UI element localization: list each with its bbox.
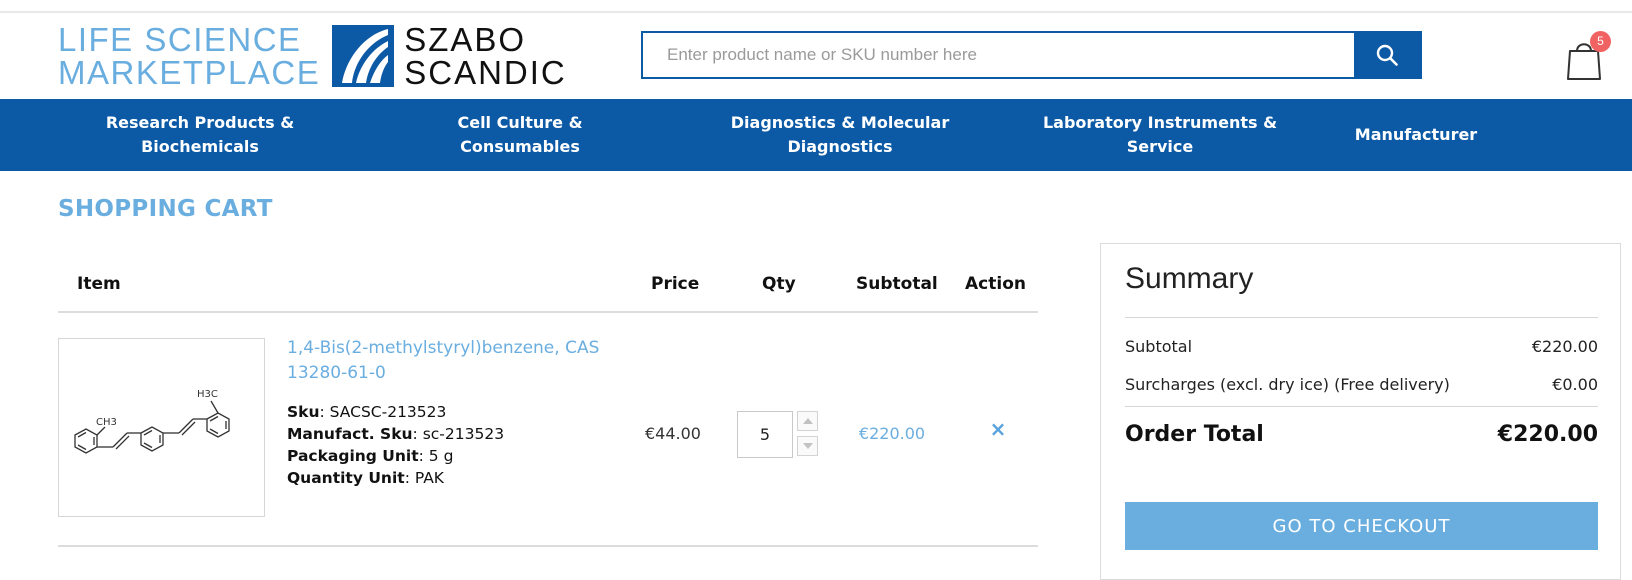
chevron-down-icon — [802, 443, 813, 449]
packaging-unit-value: 5 g — [428, 447, 454, 465]
product-sku: Sku: SACSC-213523 — [287, 403, 447, 421]
product-name-line: 1,4-Bis(2-methylstyryl)benzene, CAS — [287, 338, 600, 358]
methyl-left-label: CH3 — [96, 417, 117, 428]
summary-divider — [1125, 317, 1598, 318]
methyl-right-label: H3C — [197, 389, 218, 400]
summary-title: Summary — [1125, 262, 1254, 295]
manufact-sku-value: sc-213523 — [422, 425, 505, 443]
nav-line: Biochemicals — [141, 137, 259, 156]
table-header-divider — [58, 311, 1038, 313]
column-header-item: Item — [77, 274, 121, 294]
column-header-price: Price — [651, 274, 700, 294]
site-logo[interactable]: LIFE SCIENCE MARKETPLACE SZABO SCANDIC — [58, 23, 567, 89]
remove-item-button[interactable]: × — [988, 417, 1008, 441]
nav-line: Cell Culture & Consumables — [457, 113, 583, 156]
nav-line: Diagnostics — [787, 137, 893, 156]
summary-label: Subtotal — [1125, 337, 1193, 356]
product-name-line: 13280-61-0 — [287, 363, 386, 383]
summary-label: Surcharges (excl. dry ice) (Free deliver… — [1125, 375, 1450, 394]
table-row-divider — [58, 545, 1038, 547]
logo-szabo: SZABO — [404, 21, 527, 58]
nav-line: Manufacturer — [1354, 125, 1478, 144]
search-button[interactable] — [1354, 33, 1420, 77]
sku-value: SACSC-213523 — [329, 403, 447, 421]
nav-item-diagnostics[interactable]: Diagnostics & Molecular Diagnostics — [720, 99, 960, 171]
search-input[interactable] — [643, 33, 1354, 77]
close-icon: × — [989, 417, 1007, 441]
cart-count-badge: 5 — [1590, 31, 1611, 52]
column-header-subtotal: Subtotal — [856, 274, 938, 294]
order-summary: Summary Subtotal €220.00 Surcharges (exc… — [1100, 243, 1621, 580]
quantity-decrease-button[interactable] — [797, 436, 818, 456]
column-header-qty: Qty — [762, 274, 796, 294]
sku-label: Sku — [287, 403, 320, 421]
order-total-value: €220.00 — [1497, 422, 1598, 447]
summary-value: €0.00 — [1552, 375, 1598, 394]
quantity-unit-value: PAK — [414, 469, 444, 487]
nav-item-research-products[interactable]: Research Products & Biochemicals — [88, 99, 312, 171]
search-icon — [1376, 44, 1398, 66]
manufact-sku-label: Manufact. Sku — [287, 425, 413, 443]
main-nav: Research Products & Biochemicals Cell Cu… — [0, 99, 1632, 171]
product-manufact-sku: Manufact. Sku: sc-213523 — [287, 425, 505, 443]
page-title: SHOPPING CART — [58, 196, 273, 222]
summary-divider — [1125, 406, 1598, 407]
site-header: LIFE SCIENCE MARKETPLACE SZABO SCANDIC 5 — [0, 13, 1632, 99]
logo-right-text: SZABO SCANDIC — [404, 23, 567, 89]
nav-line: Service — [1126, 137, 1194, 156]
product-thumbnail[interactable]: CH3 H3C — [58, 338, 265, 517]
logo-life-science: LIFE SCIENCE — [58, 21, 302, 58]
column-header-action: Action — [965, 274, 1026, 294]
nav-line: Diagnostics & Molecular — [730, 113, 950, 132]
product-name-link[interactable]: 1,4-Bis(2-methylstyryl)benzene, CAS 1328… — [287, 336, 617, 386]
summary-row-surcharges: Surcharges (excl. dry ice) (Free deliver… — [1125, 375, 1598, 394]
quantity-unit-label: Quantity Unit — [287, 469, 405, 487]
nav-item-manufacturer[interactable]: Manufacturer — [1340, 99, 1492, 171]
item-price: €44.00 — [645, 424, 701, 443]
nav-label: Diagnostics & Molecular Diagnostics — [731, 111, 949, 159]
search-bar — [641, 31, 1422, 79]
chemical-structure-image: CH3 H3C — [74, 389, 230, 454]
packaging-unit-label: Packaging Unit — [287, 447, 419, 465]
item-subtotal: €220.00 — [858, 424, 926, 443]
summary-value: €220.00 — [1531, 337, 1598, 356]
logo-marketplace: MARKETPLACE — [58, 54, 321, 91]
nav-item-laboratory-instruments[interactable]: Laboratory Instruments & Service — [1040, 99, 1280, 171]
checkout-button[interactable]: GO TO CHECKOUT — [1125, 502, 1598, 550]
logo-scandic: SCANDIC — [404, 54, 567, 91]
nav-label: Laboratory Instruments & Service — [1043, 111, 1277, 159]
cart-button[interactable]: 5 — [1566, 31, 1611, 83]
order-total-label: Order Total — [1125, 422, 1264, 447]
logo-emblem-icon — [332, 25, 395, 87]
nav-line: Laboratory Instruments & — [1042, 113, 1278, 132]
chevron-up-icon — [802, 418, 813, 424]
summary-row-subtotal: Subtotal €220.00 — [1125, 337, 1598, 356]
nav-label: Research Products & Biochemicals — [106, 111, 294, 159]
logo-left-text: LIFE SCIENCE MARKETPLACE — [58, 23, 320, 89]
product-quantity-unit: Quantity Unit: PAK — [287, 469, 444, 487]
nav-line: Research Products & — [105, 113, 295, 132]
quantity-increase-button[interactable] — [797, 411, 818, 431]
nav-item-cell-culture[interactable]: Cell Culture & Consumables — [396, 99, 644, 171]
product-packaging-unit: Packaging Unit: 5 g — [287, 447, 454, 465]
order-total: Order Total €220.00 — [1125, 422, 1598, 447]
quantity-input[interactable] — [737, 411, 793, 458]
